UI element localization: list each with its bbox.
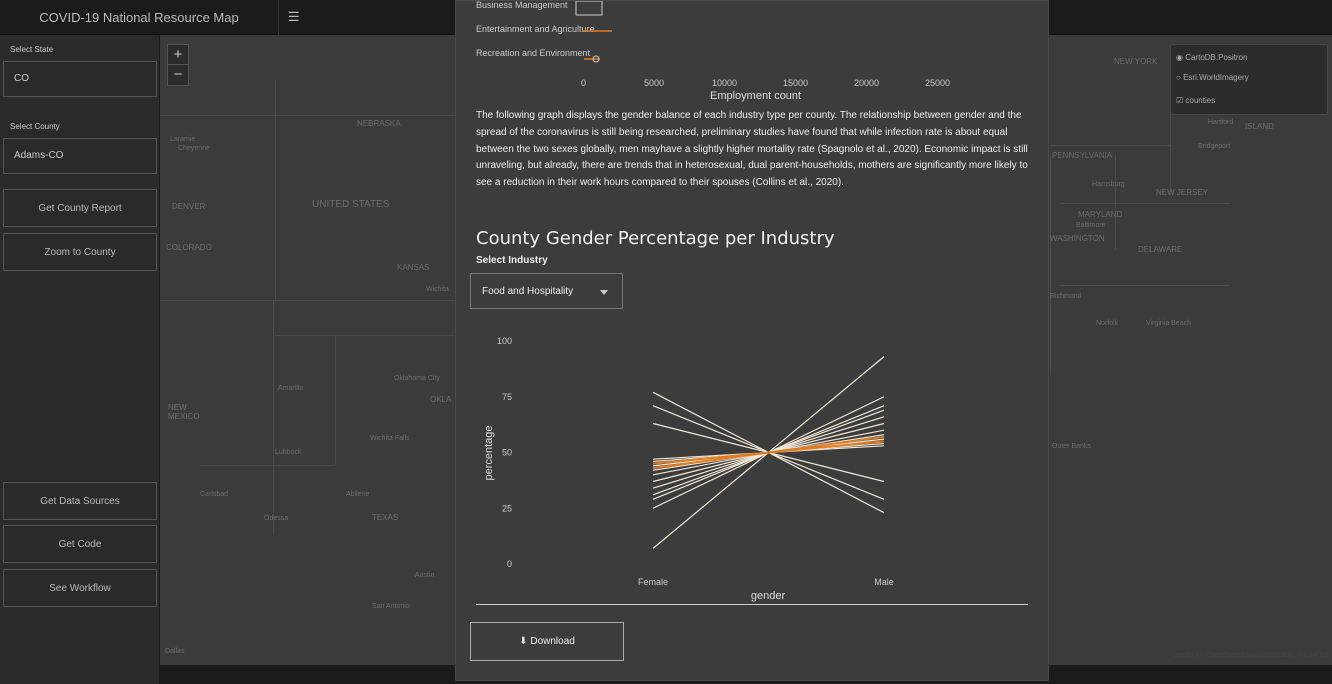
- industry-select-value: Food and Hospitality: [482, 286, 574, 297]
- map-label: Odessa: [264, 515, 289, 522]
- map-label: Amarillo: [278, 385, 304, 392]
- x-axis-label: gender: [751, 590, 786, 602]
- highlighted-county-line: [652, 440, 885, 465]
- layer-label: Esri.WorldImagery: [1183, 73, 1249, 82]
- top-chart-tick: 0: [581, 78, 587, 88]
- map-label: Wichita Falls: [370, 435, 410, 442]
- top-chart-tick: 20000: [854, 78, 880, 88]
- map-label: ISLAND: [1245, 122, 1274, 131]
- county-label: Select County: [10, 122, 60, 131]
- section-title: County Gender Percentage per Industry: [476, 228, 835, 249]
- map-label: Abilene: [346, 491, 370, 498]
- top-chart-category: Business Management: [476, 0, 568, 10]
- county-select[interactable]: Adams-CO: [3, 138, 157, 174]
- download-icon: ⬇: [519, 636, 528, 647]
- map-label: TEXAS: [372, 513, 399, 522]
- map-label: San Antonio: [372, 603, 410, 610]
- x-tick-label: Male: [874, 577, 894, 587]
- map-label: Bridgeport: [1198, 143, 1231, 150]
- map-label: Virginia Beach: [1146, 320, 1192, 327]
- map-label: OKLA: [430, 395, 452, 404]
- top-chart-xlabel: Employment count: [710, 90, 802, 102]
- top-chart-tick: 5000: [644, 78, 665, 88]
- map-label: COLORADO: [166, 243, 212, 252]
- map-label: NEW YORK: [1114, 57, 1158, 66]
- map-label: KANSAS: [397, 263, 430, 272]
- download-label: Download: [530, 636, 575, 647]
- map-label: MARYLAND: [1078, 210, 1123, 219]
- layer-option[interactable]: ○ Esri.WorldImagery: [1176, 73, 1249, 82]
- sidebar: Select State CO Select County Adams-CO G…: [0, 35, 160, 684]
- map-label: Carlsbad: [200, 491, 229, 498]
- map-label: Cheyenne: [178, 145, 210, 152]
- y-tick-label: 0: [507, 559, 512, 569]
- y-tick-label: 75: [502, 392, 512, 402]
- top-chart-tick: 25000: [925, 78, 951, 88]
- map-label: Hartford: [1208, 119, 1234, 126]
- map-label: DELAWARE: [1138, 245, 1183, 254]
- map-label: PENNSYLVANIA: [1052, 151, 1113, 160]
- top-chart-bar: [575, 1, 603, 16]
- divider: [476, 604, 1028, 605]
- map-label: NEW MEXICO: [168, 403, 200, 421]
- map-label: Wichita: [426, 286, 449, 293]
- map-label: Laramie: [170, 136, 196, 143]
- map-attribution[interactable]: Leaflet | © OpenStreetMap contributors ©…: [1173, 652, 1328, 659]
- y-tick-label: 100: [497, 336, 512, 346]
- top-chart-category: Entertainment and Agriculture: [476, 24, 595, 34]
- y-tick-label: 25: [502, 503, 512, 513]
- map-label: Richmond: [1050, 293, 1082, 300]
- download-button[interactable]: ⬇ Download: [470, 622, 624, 661]
- app-title[interactable]: COVID-19 National Resource Map: [0, 0, 279, 35]
- layer-label: CartoDB.Positron: [1185, 53, 1248, 62]
- county-report-modal: Business Management Entertainment and Ag…: [455, 0, 1049, 681]
- y-axis-label: percentage: [483, 425, 495, 480]
- get-code-button[interactable]: Get Code: [3, 525, 157, 563]
- map-label: NEW JERSEY: [1156, 188, 1209, 197]
- map-label: UNITED STATES: [312, 199, 390, 210]
- layer-option[interactable]: ◉ CartoDB.Positron: [1176, 53, 1247, 62]
- map-label: DENVER: [172, 202, 206, 211]
- chevron-down-icon: [600, 290, 608, 295]
- map-label: WASHINGTON: [1050, 234, 1105, 243]
- layer-label: counties: [1185, 96, 1216, 105]
- map-label: Austin: [415, 572, 435, 579]
- industry-select-label: Select Industry: [476, 255, 548, 266]
- state-label: Select State: [10, 45, 54, 54]
- map-label: Dallas: [165, 648, 185, 655]
- industry-select[interactable]: Food and Hospitality: [470, 273, 623, 309]
- top-chart-tick: 10000: [712, 78, 738, 88]
- get-county-report-button[interactable]: Get County Report: [3, 189, 157, 227]
- top-chart-tick: 15000: [783, 78, 809, 88]
- map-label: Outer Banks: [1052, 443, 1091, 450]
- zoom-out-button[interactable]: −: [168, 65, 188, 85]
- map-label: Oklahoma City: [394, 375, 440, 382]
- get-data-sources-button[interactable]: Get Data Sources: [3, 482, 157, 520]
- map-label: Norfolk: [1096, 320, 1119, 327]
- zoom-to-county-button[interactable]: Zoom to County: [3, 233, 157, 271]
- map-label: Harrisburg: [1092, 181, 1125, 188]
- map-label: Lubbock: [275, 449, 302, 456]
- map-label: Baltimore: [1076, 222, 1106, 229]
- top-chart-category: Recreation and Environment: [476, 48, 591, 58]
- zoom-control: + −: [167, 44, 189, 86]
- state-select[interactable]: CO: [3, 61, 157, 97]
- zoom-in-button[interactable]: +: [168, 45, 188, 65]
- top-chart-marks: [575, 1, 612, 63]
- hamburger-menu-icon[interactable]: ☰: [288, 9, 302, 24]
- map-label: NEBRASKA: [357, 119, 401, 128]
- x-tick-label: Female: [638, 577, 668, 587]
- gender-description: The following graph displays the gender …: [476, 110, 1028, 189]
- gender-chart: 0 25 50 75 100 percentage Female Male gender: [483, 336, 894, 602]
- y-tick-label: 50: [502, 448, 512, 458]
- layer-control: ◉ CartoDB.Positron ○ Esri.WorldImagery ☑…: [1170, 44, 1328, 115]
- layer-option[interactable]: ☑ counties: [1176, 96, 1215, 105]
- see-workflow-button[interactable]: See Workflow: [3, 569, 157, 607]
